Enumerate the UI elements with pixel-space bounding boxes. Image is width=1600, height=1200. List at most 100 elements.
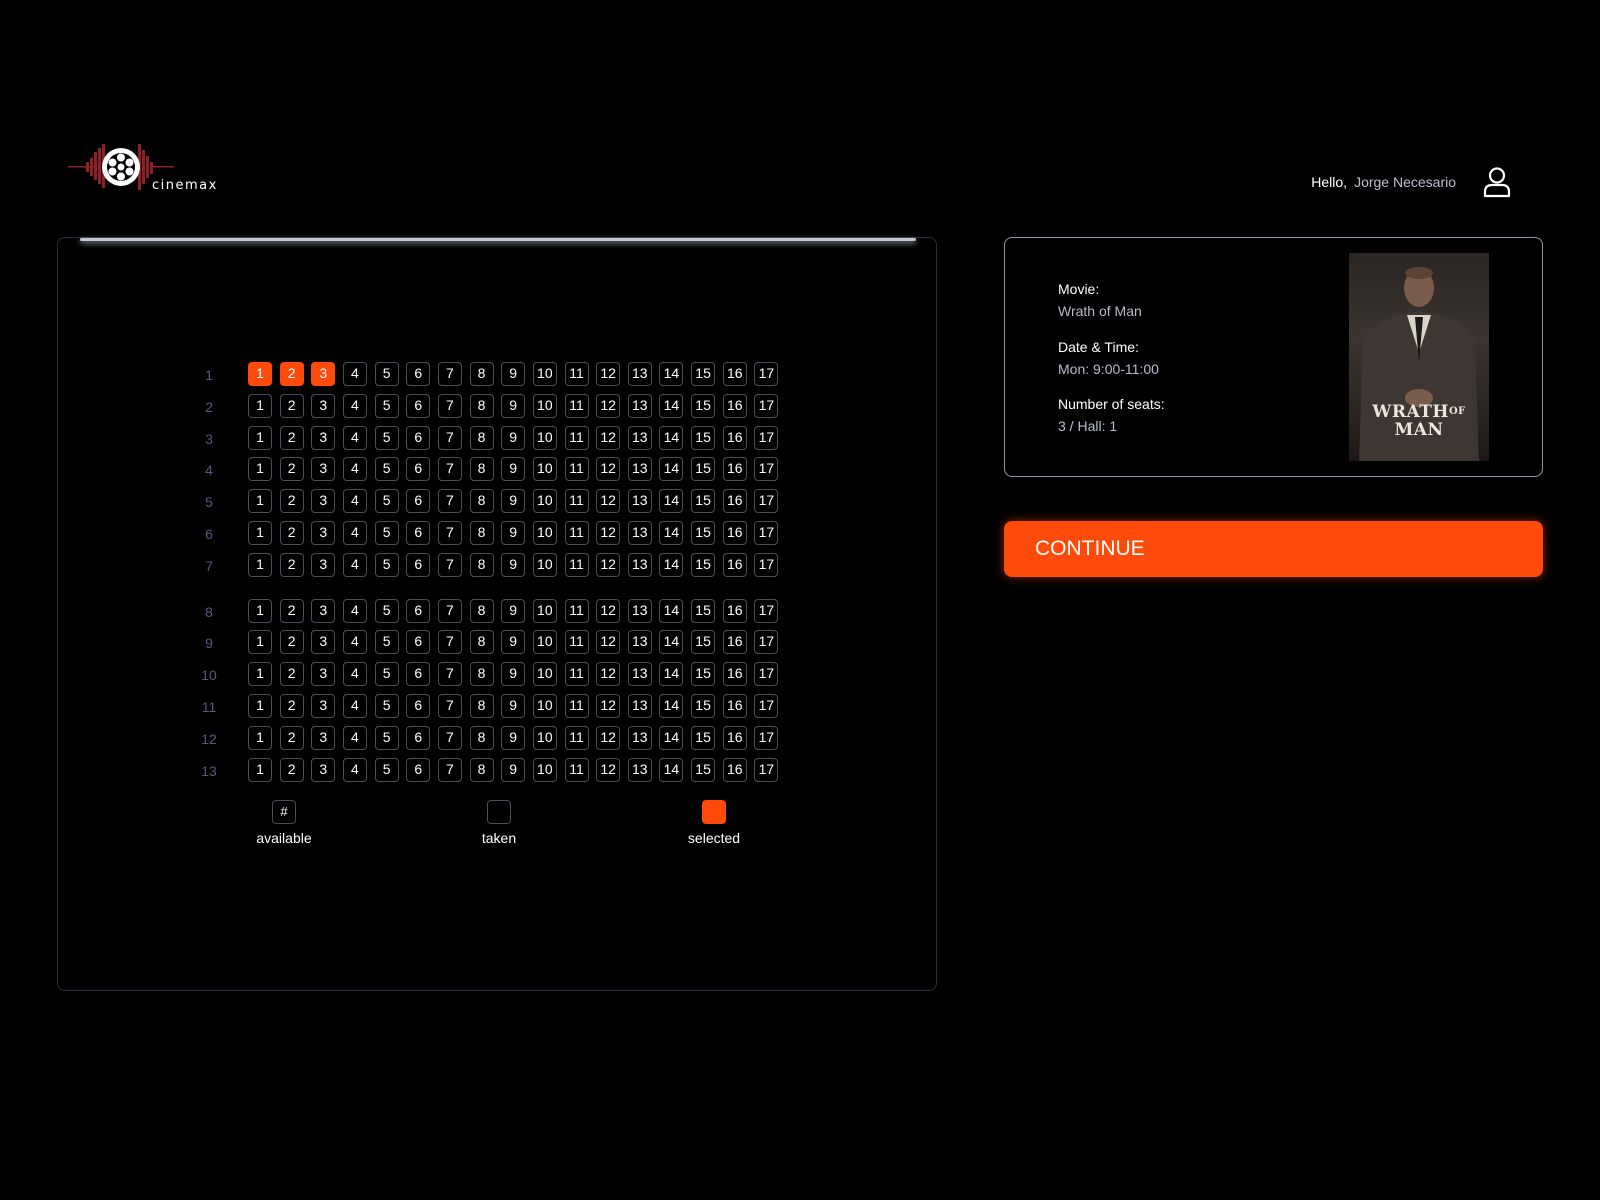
- seat-button[interactable]: 12: [596, 630, 621, 655]
- seat-button[interactable]: 8: [469, 694, 494, 718]
- seat-button[interactable]: 13: [627, 630, 652, 655]
- seat-button[interactable]: 3: [311, 425, 336, 450]
- seat-button[interactable]: 9: [501, 489, 526, 514]
- seat-button[interactable]: 17: [754, 725, 779, 750]
- seat-button[interactable]: 14: [659, 757, 684, 782]
- seat-button[interactable]: 15: [691, 725, 716, 750]
- seat-button[interactable]: 17: [754, 630, 779, 655]
- seat-button[interactable]: 3: [311, 630, 336, 655]
- seat-button[interactable]: 5: [374, 725, 399, 750]
- seat-button[interactable]: 11: [564, 552, 589, 577]
- seat-button[interactable]: 1: [248, 552, 272, 577]
- seat-button[interactable]: 2: [279, 362, 304, 386]
- seat-button[interactable]: 1: [248, 425, 272, 450]
- seat-button[interactable]: 13: [627, 662, 652, 687]
- seat-button[interactable]: 11: [564, 521, 589, 545]
- seat-button[interactable]: 14: [659, 457, 684, 482]
- seat-button[interactable]: 16: [722, 598, 747, 623]
- seat-button[interactable]: 10: [532, 489, 557, 514]
- seat-button[interactable]: 8: [469, 425, 494, 450]
- seat-button[interactable]: 8: [469, 757, 494, 782]
- seat-button[interactable]: 4: [342, 725, 367, 750]
- seat-button[interactable]: 6: [406, 662, 431, 687]
- seat-button[interactable]: 9: [501, 521, 526, 545]
- seat-button[interactable]: 1: [248, 662, 272, 687]
- seat-button[interactable]: 13: [627, 694, 652, 718]
- seat-button[interactable]: 1: [248, 457, 272, 482]
- seat-button[interactable]: 2: [279, 725, 304, 750]
- seat-button[interactable]: 15: [691, 425, 716, 450]
- seat-button[interactable]: 4: [342, 489, 367, 514]
- seat-button[interactable]: 13: [627, 425, 652, 450]
- seat-button[interactable]: 2: [279, 521, 304, 545]
- seat-button[interactable]: 10: [532, 630, 557, 655]
- seat-button[interactable]: 7: [437, 521, 462, 545]
- seat-button[interactable]: 12: [596, 725, 621, 750]
- seat-button[interactable]: 14: [659, 489, 684, 514]
- seat-button[interactable]: 11: [564, 757, 589, 782]
- seat-button[interactable]: 2: [279, 630, 304, 655]
- seat-button[interactable]: 10: [532, 457, 557, 482]
- seat-button[interactable]: 8: [469, 598, 494, 623]
- seat-button[interactable]: 7: [437, 662, 462, 687]
- seat-button[interactable]: 6: [406, 393, 431, 418]
- seat-button[interactable]: 14: [659, 552, 684, 577]
- seat-button[interactable]: 13: [627, 757, 652, 782]
- seat-button[interactable]: 14: [659, 425, 684, 450]
- seat-button[interactable]: 3: [311, 694, 336, 718]
- seat-button[interactable]: 13: [627, 598, 652, 623]
- seat-button[interactable]: 15: [691, 552, 716, 577]
- seat-button[interactable]: 17: [754, 393, 779, 418]
- seat-button[interactable]: 7: [437, 457, 462, 482]
- seat-button[interactable]: 16: [722, 552, 747, 577]
- seat-button[interactable]: 6: [406, 552, 431, 577]
- seat-button[interactable]: 5: [374, 694, 399, 718]
- seat-button[interactable]: 3: [311, 757, 336, 782]
- seat-button[interactable]: 3: [311, 393, 336, 418]
- seat-button[interactable]: 12: [596, 489, 621, 514]
- seat-button[interactable]: 8: [469, 662, 494, 687]
- seat-button[interactable]: 12: [596, 757, 621, 782]
- seat-button[interactable]: 2: [279, 393, 304, 418]
- seat-button[interactable]: 8: [469, 362, 494, 386]
- seat-button[interactable]: 8: [469, 489, 494, 514]
- seat-button[interactable]: 2: [279, 457, 304, 482]
- seat-button[interactable]: 3: [311, 362, 336, 386]
- seat-button[interactable]: 4: [342, 457, 367, 482]
- seat-button[interactable]: 5: [374, 521, 399, 545]
- seat-button[interactable]: 8: [469, 393, 494, 418]
- seat-button[interactable]: 6: [406, 725, 431, 750]
- seat-button[interactable]: 5: [374, 457, 399, 482]
- seat-button[interactable]: 4: [342, 598, 367, 623]
- seat-button[interactable]: 13: [627, 489, 652, 514]
- seat-button[interactable]: 5: [374, 662, 399, 687]
- seat-button[interactable]: 10: [532, 694, 557, 718]
- seat-button[interactable]: 7: [437, 489, 462, 514]
- seat-button[interactable]: 16: [722, 425, 747, 450]
- seat-button[interactable]: 14: [659, 725, 684, 750]
- seat-button[interactable]: 13: [627, 552, 652, 577]
- seat-button[interactable]: 17: [754, 489, 779, 514]
- seat-button[interactable]: 1: [248, 393, 272, 418]
- seat-button[interactable]: 7: [437, 725, 462, 750]
- seat-button[interactable]: 10: [532, 725, 557, 750]
- seat-button[interactable]: 16: [722, 694, 747, 718]
- seat-button[interactable]: 4: [342, 362, 367, 386]
- seat-button[interactable]: 15: [691, 457, 716, 482]
- seat-button[interactable]: 9: [501, 598, 526, 623]
- seat-button[interactable]: 8: [469, 521, 494, 545]
- seat-button[interactable]: 2: [279, 598, 304, 623]
- seat-button[interactable]: 3: [311, 662, 336, 687]
- seat-button[interactable]: 12: [596, 457, 621, 482]
- seat-button[interactable]: 4: [342, 521, 367, 545]
- seat-button[interactable]: 5: [374, 362, 399, 386]
- seat-button[interactable]: 16: [722, 521, 747, 545]
- seat-button[interactable]: 1: [248, 757, 272, 782]
- seat-button[interactable]: 11: [564, 662, 589, 687]
- seat-button[interactable]: 5: [374, 489, 399, 514]
- seat-button[interactable]: 9: [501, 630, 526, 655]
- seat-button[interactable]: 3: [311, 489, 336, 514]
- seat-button[interactable]: 3: [311, 552, 336, 577]
- seat-button[interactable]: 5: [374, 630, 399, 655]
- seat-button[interactable]: 12: [596, 662, 621, 687]
